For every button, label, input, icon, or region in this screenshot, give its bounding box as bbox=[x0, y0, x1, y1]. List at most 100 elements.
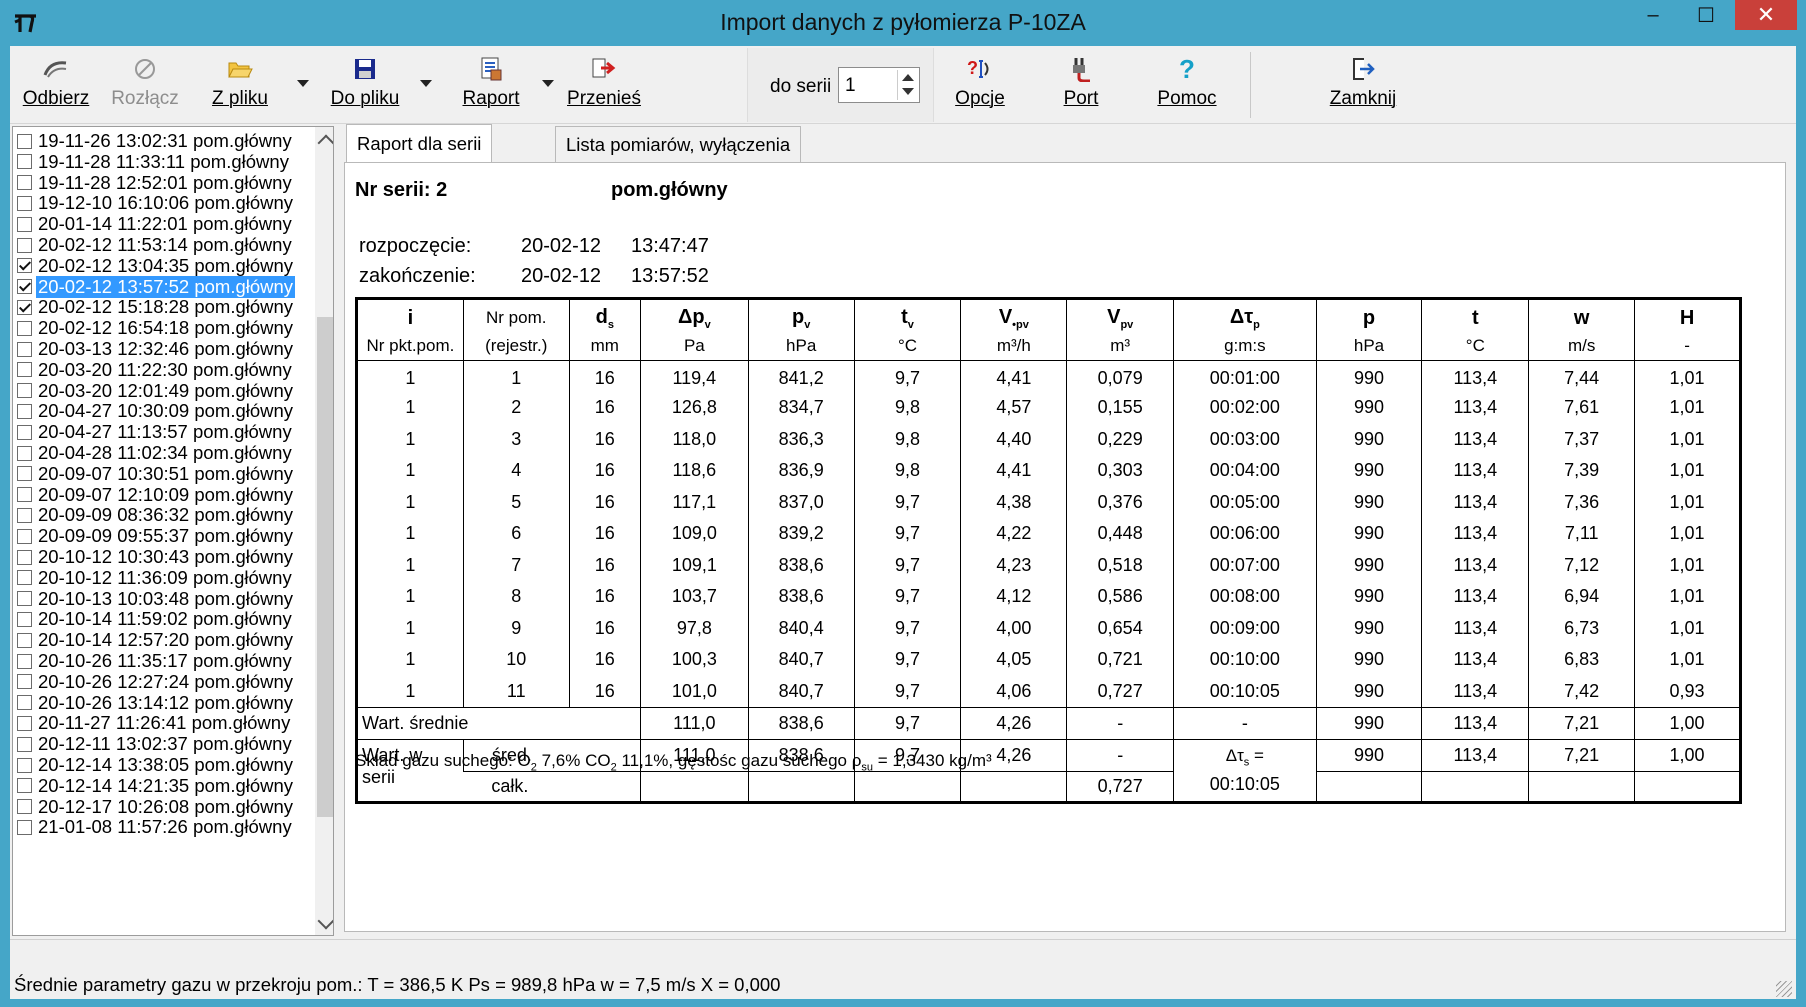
list-item-checkbox[interactable] bbox=[17, 341, 32, 357]
list-item-checkbox[interactable] bbox=[17, 424, 32, 440]
cell-p: 990 bbox=[1315, 581, 1422, 613]
list-item-checkbox[interactable] bbox=[17, 549, 32, 565]
cell-dp: 97,8 bbox=[639, 612, 749, 644]
list-item-checkbox[interactable] bbox=[17, 195, 32, 211]
do-pliku-button[interactable]: Do pliku bbox=[327, 46, 403, 122]
zamknij-button[interactable]: Zamknij bbox=[1327, 46, 1399, 122]
scroll-thumb[interactable] bbox=[317, 317, 333, 817]
tab-raport-dla-serii[interactable]: Raport dla serii bbox=[346, 124, 493, 162]
start-date: 20-02-12 bbox=[521, 235, 602, 257]
list-item-checkbox[interactable] bbox=[17, 445, 32, 461]
cell-w: 7,42 bbox=[1528, 675, 1635, 707]
cell-h: 1,01 bbox=[1634, 455, 1741, 487]
raport-dropdown-icon[interactable] bbox=[542, 80, 554, 87]
z-pliku-button[interactable]: Z pliku bbox=[205, 46, 275, 122]
list-item-checkbox[interactable] bbox=[17, 591, 32, 607]
pomoc-button[interactable]: ? Pomoc bbox=[1156, 46, 1218, 122]
list-item-checkbox[interactable] bbox=[17, 299, 32, 315]
cell-t: 113,4 bbox=[1421, 581, 1529, 613]
scroll-up-icon[interactable] bbox=[317, 134, 333, 152]
cell-nrpom: 2 bbox=[462, 392, 570, 424]
list-item-label: 19-11-28 11:33:11 pom.główny bbox=[38, 150, 289, 172]
list-item-checkbox[interactable] bbox=[17, 528, 32, 544]
spin-up-icon[interactable] bbox=[902, 74, 914, 81]
cell-i: 1 bbox=[405, 491, 416, 512]
list-item-checkbox[interactable] bbox=[17, 611, 32, 627]
measurement-list[interactable]: 19-11-26 13:02:31 pom.główny 19-11-28 11:… bbox=[12, 126, 334, 936]
odbierz-button[interactable]: Odbierz bbox=[22, 46, 90, 122]
list-item-checkbox[interactable] bbox=[17, 133, 32, 149]
list-item-checkbox[interactable] bbox=[17, 570, 32, 586]
cell-pv: 834,7 bbox=[747, 392, 855, 424]
list-item-checkbox[interactable] bbox=[17, 466, 32, 482]
list-item-label: 20-01-14 11:22:01 pom.główny bbox=[38, 213, 292, 235]
list-item-checkbox[interactable] bbox=[17, 757, 32, 773]
spinner-arrows[interactable] bbox=[897, 70, 917, 100]
scroll-down-icon[interactable] bbox=[317, 912, 333, 930]
cell-w: 7,36 bbox=[1528, 486, 1635, 518]
list-item-checkbox[interactable] bbox=[17, 819, 32, 835]
calk-label: całk. bbox=[463, 770, 641, 803]
port-button[interactable]: Port bbox=[1056, 46, 1106, 122]
do-serii-spinner[interactable]: 1 bbox=[838, 67, 920, 103]
avg-h: 1,00 bbox=[1634, 706, 1741, 739]
przenies-button[interactable]: Przenieś bbox=[563, 46, 645, 122]
list-item-checkbox[interactable] bbox=[17, 674, 32, 690]
cell-nrpom: 1 bbox=[462, 360, 570, 392]
cell-p: 990 bbox=[1315, 486, 1422, 518]
list-item-checkbox[interactable] bbox=[17, 799, 32, 815]
list-item-checkbox[interactable] bbox=[17, 487, 32, 503]
list-item-label: 20-09-09 09:55:37 pom.główny bbox=[38, 525, 294, 547]
maximize-button[interactable]: ☐ bbox=[1683, 0, 1729, 30]
average-label: Wart. średnie bbox=[356, 706, 641, 739]
list-item-checkbox[interactable] bbox=[17, 279, 32, 295]
list-item-label: 20-03-13 12:32:46 pom.główny bbox=[38, 338, 294, 359]
list-item-checkbox[interactable] bbox=[17, 507, 32, 523]
help-icon: ? bbox=[1173, 56, 1201, 82]
list-item-checkbox[interactable] bbox=[17, 175, 32, 191]
cell-nrpom: 7 bbox=[462, 549, 570, 581]
list-item-label: 20-03-20 12:01:49 pom.główny bbox=[38, 379, 294, 401]
table-row: 1 7 16 109,1 838,6 9,7 4,23 0,518 00:07:00 990 113… bbox=[357, 549, 1741, 581]
list-item-checkbox[interactable] bbox=[17, 258, 32, 274]
close-window-button[interactable]: ✕ bbox=[1735, 0, 1797, 30]
list-item-checkbox[interactable] bbox=[17, 216, 32, 232]
list-item-checkbox[interactable] bbox=[17, 736, 32, 752]
rozlacz-button[interactable]: Rozłącz bbox=[110, 46, 180, 122]
z-pliku-dropdown-icon[interactable] bbox=[297, 80, 309, 87]
cell-h: 1,01 bbox=[1634, 612, 1741, 644]
col-i-header: i bbox=[407, 306, 414, 329]
list-item-checkbox[interactable] bbox=[17, 695, 32, 711]
raport-button[interactable]: Raport bbox=[456, 46, 526, 122]
do-pliku-dropdown-icon[interactable] bbox=[420, 80, 432, 87]
cell-h: 1,01 bbox=[1634, 549, 1741, 581]
cell-tv: 9,7 bbox=[853, 518, 961, 550]
resize-grip-icon[interactable] bbox=[1776, 981, 1792, 997]
opcje-button[interactable]: ? Opcje bbox=[950, 46, 1010, 122]
list-item-checkbox[interactable] bbox=[17, 383, 32, 399]
unit-pv: hPa bbox=[747, 332, 855, 361]
list-item-checkbox[interactable] bbox=[17, 653, 32, 669]
list-item-checkbox[interactable] bbox=[17, 403, 32, 419]
list-item-checkbox[interactable] bbox=[17, 778, 32, 794]
list-item-checkbox[interactable] bbox=[17, 154, 32, 170]
spin-down-icon[interactable] bbox=[902, 88, 914, 95]
list-item-label: 19-11-26 13:02:31 pom.główny bbox=[38, 130, 292, 151]
col-ds-header: ds bbox=[568, 298, 641, 333]
cell-ds: 16 bbox=[568, 518, 641, 550]
title-bar[interactable]: Import danych z pyłomierza P-10ZA – ☐ ✕ bbox=[0, 0, 1806, 46]
list-item-checkbox[interactable] bbox=[17, 715, 32, 731]
list-item-checkbox[interactable] bbox=[17, 632, 32, 648]
list-scrollbar[interactable] bbox=[315, 127, 333, 935]
table-row: 1 9 16 97,8 840,4 9,7 4,00 0,654 00:09:00 990 113,… bbox=[357, 612, 1741, 644]
minimize-button[interactable]: – bbox=[1630, 0, 1676, 30]
cell-pv: 840,4 bbox=[747, 612, 855, 644]
list-item-checkbox[interactable] bbox=[17, 237, 32, 253]
do-serii-group: do serii 1 bbox=[747, 48, 934, 122]
cell-dtau: 00:05:00 bbox=[1173, 486, 1317, 518]
list-item[interactable]: 21-01-08 11:57:26 pom.główny bbox=[13, 815, 309, 839]
list-item-checkbox[interactable] bbox=[17, 320, 32, 336]
list-item-checkbox[interactable] bbox=[17, 362, 32, 378]
header-row: i Nr pom. ds Δpv pv tv V•pv Vpv Δτp p t … bbox=[357, 298, 1741, 333]
tab-lista-pomiarow[interactable]: Lista pomiarów, wyłączenia bbox=[555, 126, 802, 162]
